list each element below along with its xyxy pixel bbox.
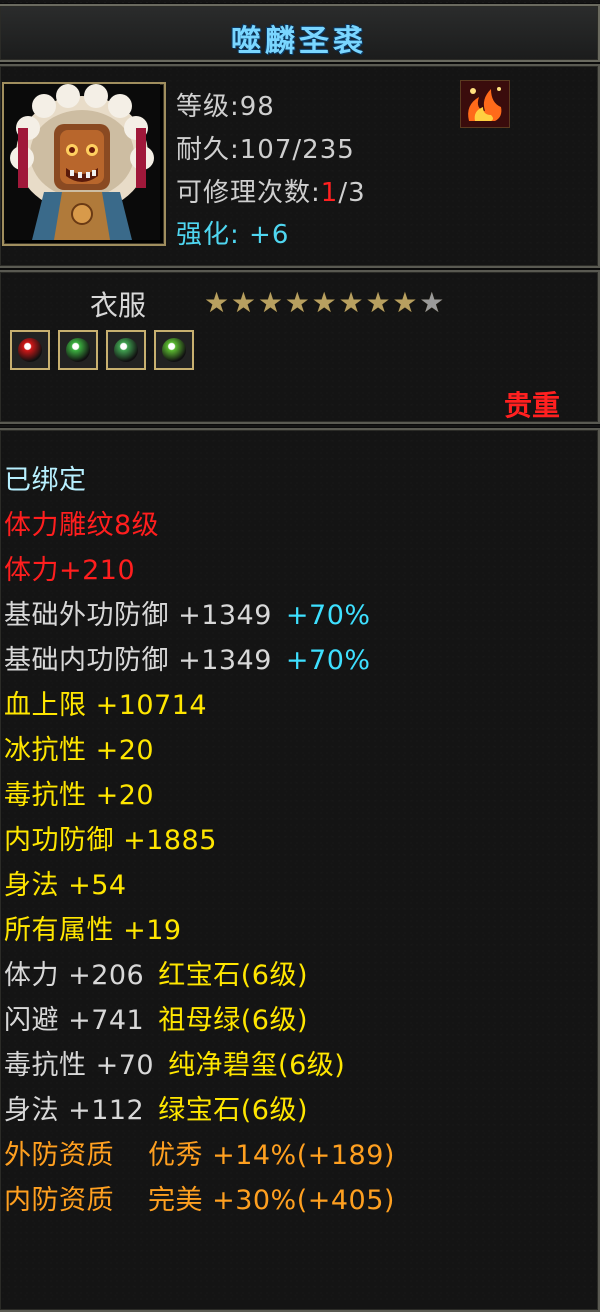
attribute-text: 身法 +112 [4,1095,145,1126]
attribute-gem-source: 祖母绿(6级) [158,1005,308,1036]
attribute-line: 毒抗性 +70 纯净碧玺(6级) [4,1043,395,1088]
star-icon: ★ [338,286,364,319]
attribute-text: 内功防御 +1885 [4,825,217,856]
attribute-text: 身法 +54 [4,870,127,901]
durability-stat: 耐久:107/235 [176,129,355,166]
star-icon: ★ [230,286,257,319]
gem-slot-icon[interactable] [106,330,146,370]
repair-current: 1 [320,178,339,208]
title-bar: 噬麟圣裘 [0,4,600,62]
attribute-text: 血上限 +10714 [4,690,208,721]
attribute-line: 基础外功防御 +1349 +70% [4,593,395,638]
star-icon: ★ [204,286,230,319]
star-icon: ★ [257,286,283,319]
attribute-line: 血上限 +10714 [4,683,395,728]
attribute-text: 体力雕纹8级 [4,510,160,541]
star-icon: ★ [365,286,391,319]
attribute-text: 毒抗性 +20 [4,780,155,811]
attribute-text: 闪避 +741 [4,1005,145,1036]
attribute-line: 身法 +54 [4,863,395,908]
armor-portrait-icon [2,82,166,246]
attribute-panel: 已绑定 体力雕纹8级 体力+210 基础外功防御 +1349 +70% 基础内功防御 +1… [0,428,600,1312]
rarity-label: 贵重 [503,389,560,422]
item-type-panel: 衣服 ★★★★★★★★★ 贵重 [0,270,600,424]
star-rating: ★★★★★★★★★ [204,288,446,318]
rare-fire-icon [460,80,510,128]
level-stat: 等级:98 [176,86,275,123]
gem-slot-icon[interactable] [58,330,98,370]
level-label: 等级: [176,92,240,122]
star-icon: ★ [419,286,445,319]
attribute-line: 身法 +112 绿宝石(6级) [4,1088,395,1133]
attribute-bonus-percent: +70% [285,645,371,676]
attribute-line: 体力+210 [4,548,395,593]
attribute-gem-source: 纯净碧玺(6级) [168,1050,346,1081]
attribute-text: 冰抗性 +20 [4,735,155,766]
attribute-bonus-percent: +70% [285,600,371,631]
repair-stat: 可修理次数:1/3 [176,172,366,209]
attribute-gem-source: 绿宝石(6级) [158,1095,308,1126]
attribute-list: 已绑定 体力雕纹8级 体力+210 基础外功防御 +1349 +70% 基础内功防御 +1… [4,458,395,1223]
item-name: 噬麟圣裘 [231,24,367,59]
attribute-text: 毒抗性 +70 [4,1050,155,1081]
star-icon: ★ [284,286,310,319]
attribute-line: 已绑定 [4,458,395,503]
gem-slot-icon[interactable] [10,330,50,370]
attribute-text: 体力 +206 [4,960,145,991]
star-icon: ★ [311,286,337,319]
repair-max: /3 [338,178,366,208]
attribute-line: 内防资质 完美 +30%(+405) [4,1178,395,1223]
attribute-line: 体力雕纹8级 [4,503,395,548]
attribute-text: 基础内功防御 +1349 [4,645,272,676]
attribute-text: 已绑定 [4,465,87,496]
attribute-line: 所有属性 +19 [4,908,395,953]
gem-slot-icon[interactable] [154,330,194,370]
attribute-text: 所有属性 +19 [4,915,182,946]
attribute-grade: 优秀 +14%(+189) [148,1140,395,1171]
attribute-line: 外防资质 优秀 +14%(+189) [4,1133,395,1178]
repair-label: 可修理次数: [176,178,321,208]
enhance-label: 强化: [176,220,240,250]
item-type: 衣服 [90,289,147,322]
durability-label: 耐久: [176,135,240,165]
attribute-gem-source: 红宝石(6级) [158,960,308,991]
attribute-line: 冰抗性 +20 [4,728,395,773]
star-icon: ★ [392,286,418,319]
item-info-panel: 等级:98 耐久:107/235 可修理次数:1/3 强化: +6 [0,64,600,268]
level-value: 98 [239,92,275,122]
enhance-stat: 强化: +6 [176,214,289,251]
attribute-grade: 完美 +30%(+405) [148,1185,395,1216]
attribute-line: 闪避 +741 祖母绿(6级) [4,998,395,1043]
durability-value: 107/235 [239,135,355,165]
attribute-text: 体力+210 [4,555,136,586]
gem-slots [10,330,202,374]
attribute-text: 外防资质 [4,1140,114,1171]
attribute-text: 基础外功防御 +1349 [4,600,272,631]
attribute-line: 基础内功防御 +1349 +70% [4,638,395,683]
enhance-value: +6 [249,220,290,250]
attribute-text: 内防资质 [4,1185,114,1216]
attribute-line: 毒抗性 +20 [4,773,395,818]
attribute-line: 内功防御 +1885 [4,818,395,863]
attribute-line: 体力 +206 红宝石(6级) [4,953,395,998]
